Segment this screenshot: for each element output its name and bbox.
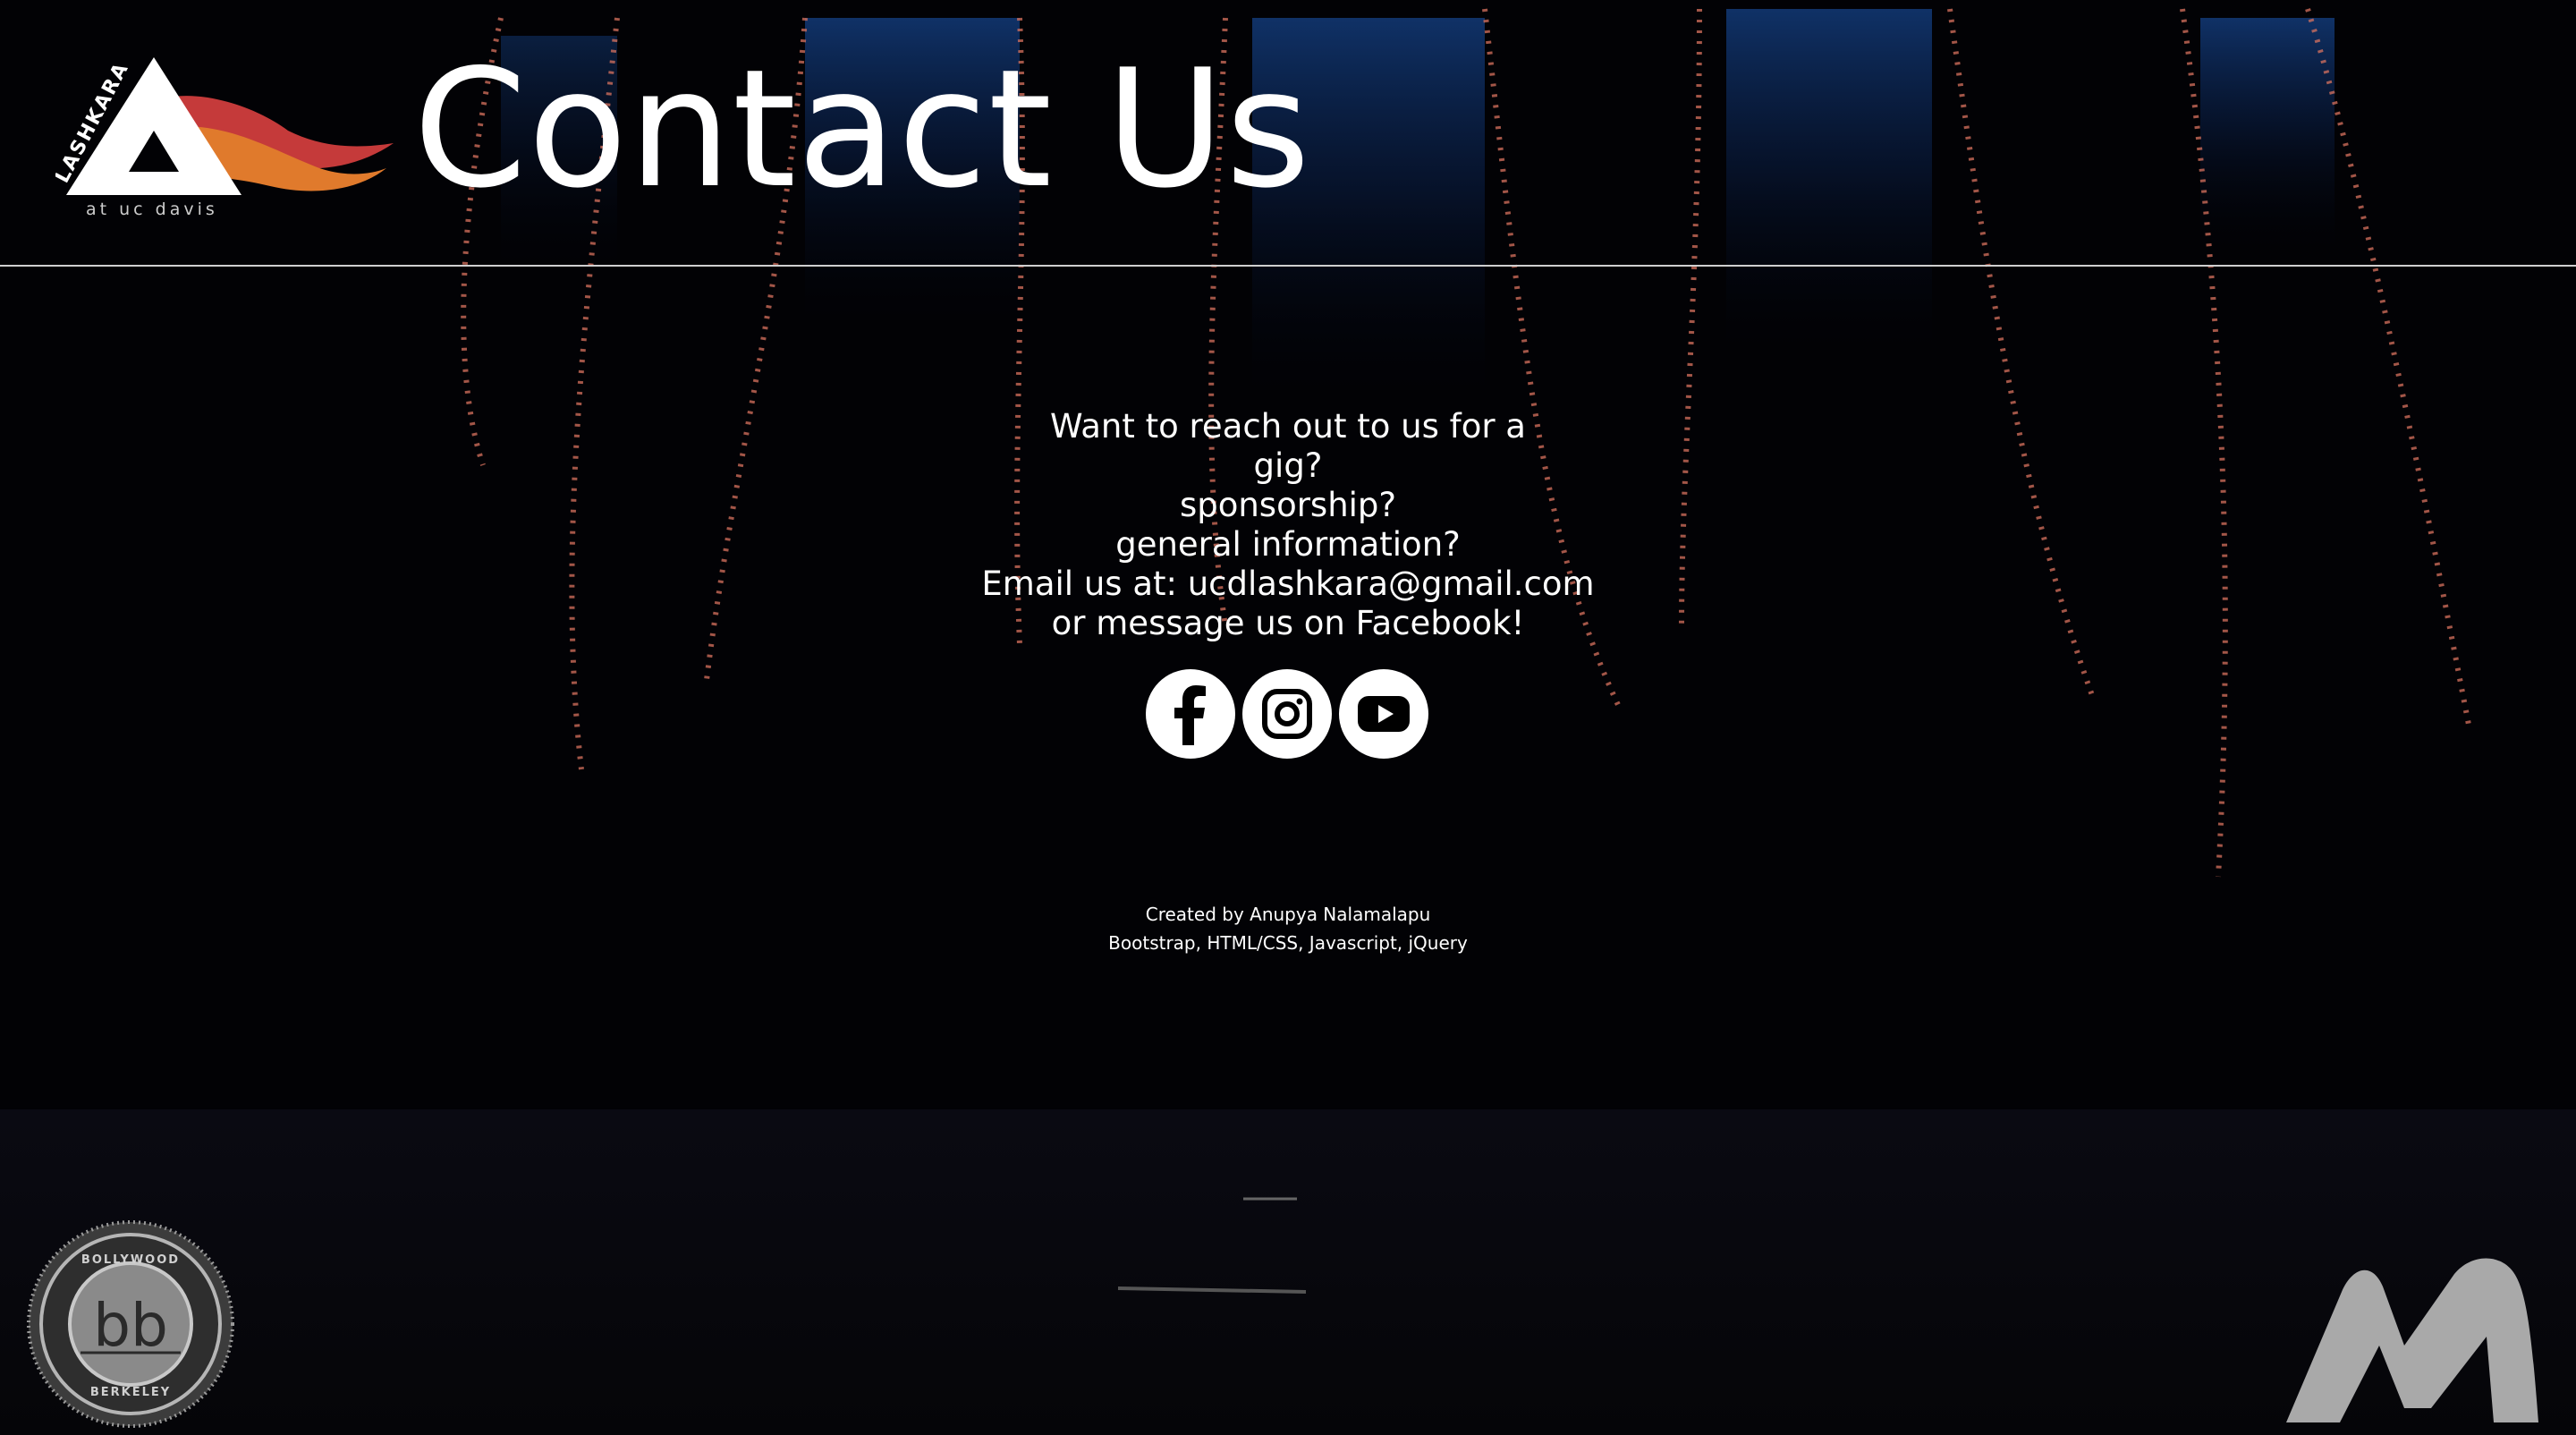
lashkara-logo[interactable]: LASHKARA at uc davis [55,50,395,220]
contact-line: or message us on Facebook! [1051,604,1525,642]
contact-message: Want to reach out to us for a gig? spons… [841,407,1735,643]
page-header: LASHKARA at uc davis Contact Us [0,0,2576,267]
facebook-button[interactable] [1146,669,1235,759]
contact-line: sponsorship? [1179,486,1397,524]
contact-line: Want to reach out to us for a [1050,407,1526,446]
footer-credit: Created by Anupya Nalamalapu Bootstrap, … [1020,900,1556,957]
facebook-icon [1174,685,1206,745]
contact-line: gig? [1253,446,1323,485]
logo-subtext: at uc davis [86,200,218,219]
contact-email-line[interactable]: Email us at: ucdlashkara@gmail.com [841,565,1735,604]
m-logo[interactable] [2279,1247,2547,1426]
instagram-button[interactable] [1242,669,1332,759]
contact-line: general information? [1115,525,1461,564]
header-divider [0,265,2576,267]
credit-text: Created by Anupya Nalamalapu [1145,904,1431,925]
bollywood-berkeley-badge[interactable]: BOLLYWOOD BERKELEY bb [25,1218,236,1430]
badge-top-text: BOLLYWOOD [81,1253,180,1267]
social-links [1146,669,1428,759]
page-title: Contact Us [413,34,1311,224]
youtube-button[interactable] [1339,669,1428,759]
tech-stack-text: Bootstrap, HTML/CSS, Javascript, jQuery [1108,932,1468,954]
instagram-icon [1262,689,1312,739]
badge-mark: bb [93,1291,168,1360]
youtube-icon [1358,696,1410,732]
badge-bottom-text: BERKELEY [90,1386,171,1399]
